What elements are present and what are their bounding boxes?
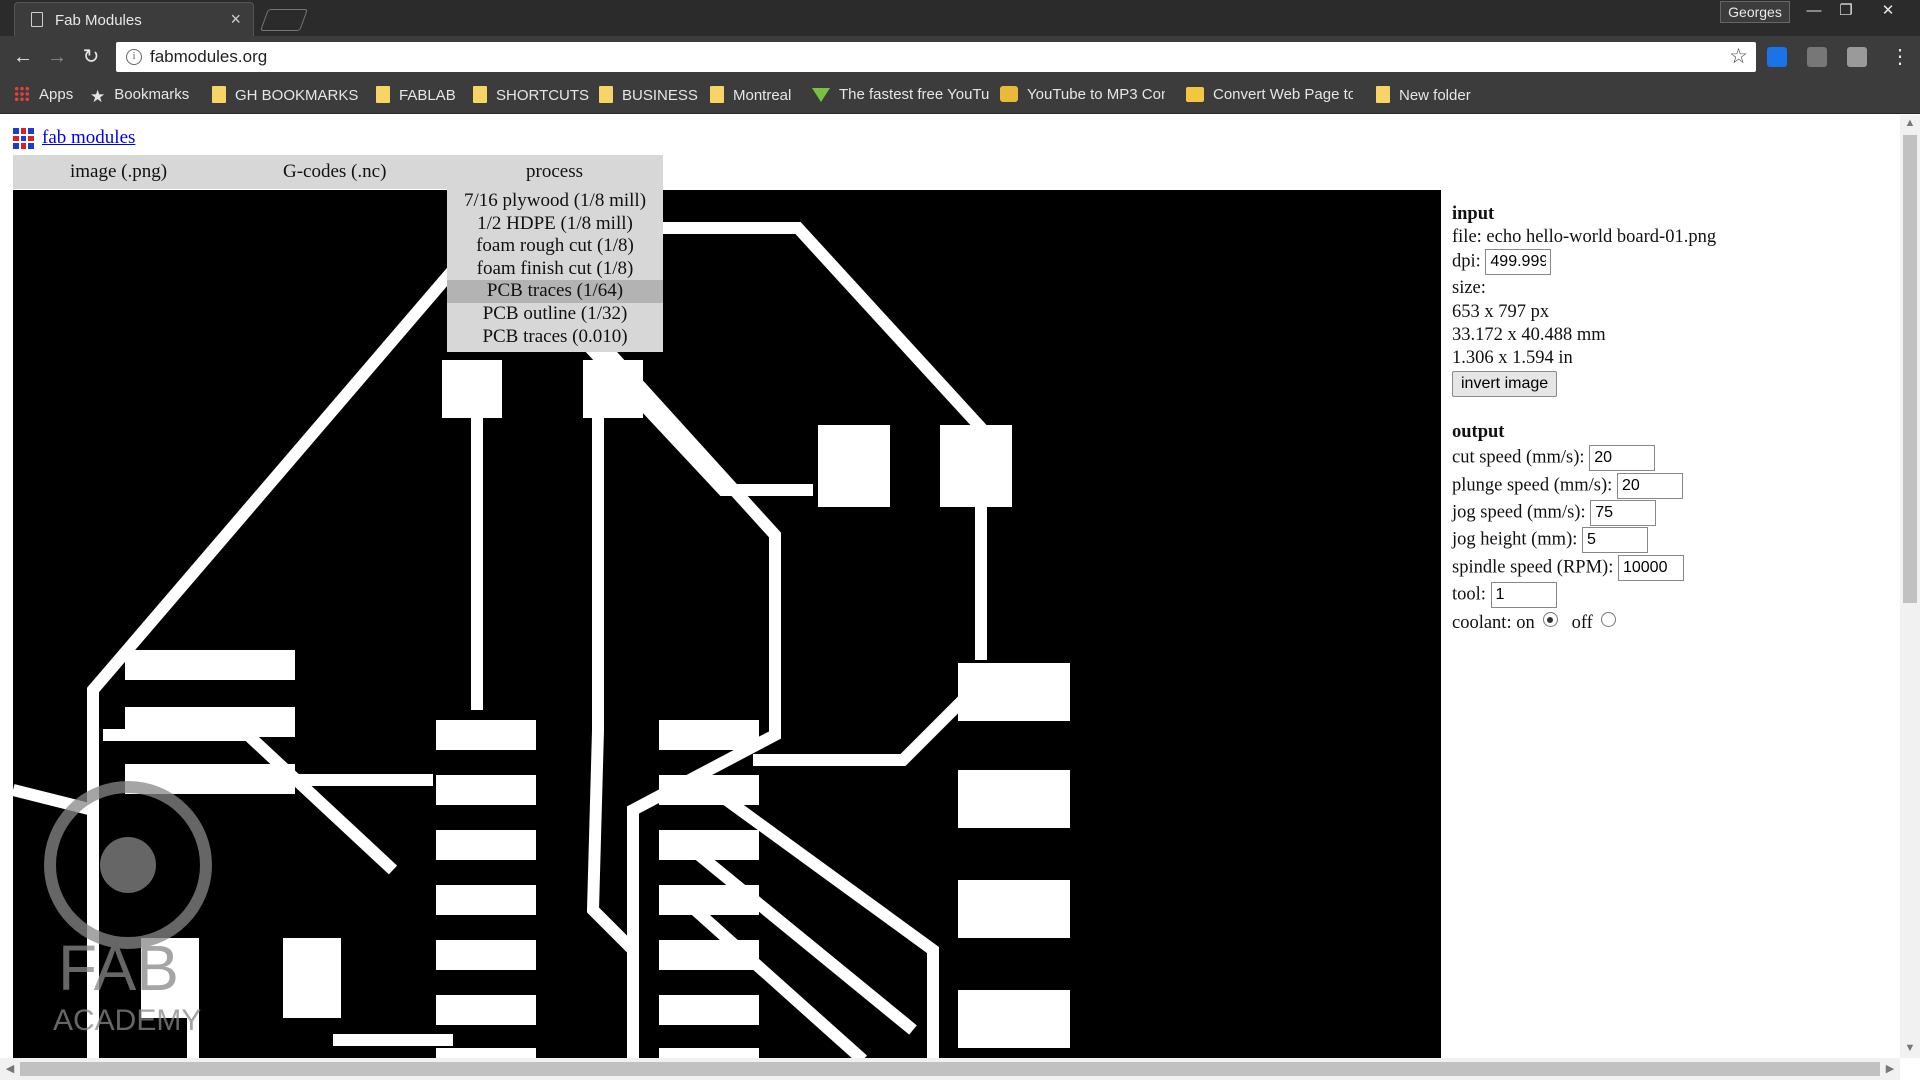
size-px: 653 x 797 px (1452, 302, 1550, 322)
pcb-traces-image: FAB ACADEMY (13, 222, 1070, 1058)
back-arrow-icon[interactable]: ← (10, 44, 36, 70)
bookmark-bookmarks[interactable]: ★ Bookmarks (90, 86, 189, 106)
coolant-on-label: coolant: on (1452, 613, 1535, 633)
browser-menu-icon[interactable]: ⋮ (1890, 44, 1910, 70)
input-heading: input (1452, 204, 1495, 224)
file-label: file: (1452, 227, 1482, 247)
folder-icon (599, 86, 613, 103)
bookmarks-bar: Apps ★ Bookmarks GH BOOKMARKS FABLAB SHOR… (0, 78, 1920, 114)
bookmark-star-icon[interactable]: ☆ (1729, 44, 1748, 69)
new-tab-button[interactable] (259, 9, 309, 31)
coolant-on-radio[interactable] (1542, 612, 1558, 627)
bookmark-convert-web-page[interactable]: Convert Web Page to (1186, 86, 1353, 106)
pcb-image-canvas[interactable]: FAB ACADEMY (13, 190, 1441, 1058)
document-icon (31, 12, 43, 27)
bookmark-gh-bookmarks[interactable]: GH BOOKMARKS (212, 86, 358, 106)
scroll-right-icon[interactable]: ▶ (1880, 1062, 1900, 1075)
restore-icon[interactable]: ❐ (1828, 0, 1864, 24)
invert-image-button[interactable]: invert image (1452, 371, 1558, 397)
process-option[interactable]: foam rough cut (1/8) (447, 235, 663, 258)
dpi-input[interactable] (1485, 249, 1552, 275)
size-mm: 33.172 x 40.488 mm (1452, 325, 1606, 345)
bookmark-business[interactable]: BUSINESS (599, 86, 698, 106)
scroll-up-icon[interactable]: ▲ (1900, 117, 1920, 129)
spindle-speed-label: spindle speed (RPM): (1452, 557, 1614, 578)
folder-icon (473, 86, 487, 103)
vertical-scrollbar[interactable]: ▲ ▼ (1900, 115, 1920, 1058)
tab-strip: Fab Modules × Georges — ❐ ✕ (0, 0, 1920, 36)
bookmark-shortcuts[interactable]: SHORTCUTS (473, 86, 589, 106)
screenshot-extension-icon[interactable] (1847, 47, 1867, 67)
plunge-speed-input[interactable] (1616, 473, 1683, 499)
bookmark-fablab[interactable]: FABLAB (376, 86, 456, 106)
jog-speed-input[interactable] (1590, 500, 1657, 526)
size-label: size: (1452, 278, 1486, 298)
folder-icon (212, 86, 226, 103)
vertical-scroll-thumb[interactable] (1903, 135, 1917, 603)
forward-arrow-icon[interactable]: → (44, 44, 70, 70)
scroll-down-icon[interactable]: ▼ (1900, 1042, 1920, 1054)
process-dropdown: 7/16 plywood (1/8 mill) 1/2 HDPE (1/8 mi… (447, 188, 663, 353)
converter-icon (1186, 87, 1204, 102)
size-in: 1.306 x 1.594 in (1452, 348, 1573, 368)
process-option[interactable]: 7/16 plywood (1/8 mill) (447, 190, 663, 213)
module-menu-bar: image (.png) G-codes (.nc) process (13, 155, 663, 189)
watermark-line2: ACADEMY (53, 1004, 201, 1037)
address-bar[interactable]: i fabmodules.org ☆ (116, 42, 1756, 72)
folder-icon (376, 86, 390, 103)
apps-grid-icon (14, 86, 30, 102)
tool-input[interactable] (1490, 582, 1557, 608)
cut-speed-input[interactable] (1589, 445, 1656, 471)
tab-title: Fab Modules (55, 12, 142, 29)
tool-label: tool: (1452, 584, 1486, 605)
horizontal-scroll-thumb[interactable] (20, 1062, 1880, 1076)
analytics-extension-icon[interactable] (1767, 47, 1787, 67)
bookmark-new-folder[interactable]: New folder (1376, 86, 1471, 106)
minimize-icon[interactable]: — (1796, 0, 1832, 24)
fab-modules-link[interactable]: fab modules (42, 127, 135, 149)
process-option[interactable]: foam finish cut (1/8) (447, 258, 663, 281)
process-option[interactable]: PCB traces (0.010) (447, 326, 663, 349)
watermark-line1: FAB (58, 932, 179, 1004)
info-icon[interactable]: i (126, 49, 142, 65)
film-icon (1000, 86, 1018, 102)
horizontal-scrollbar[interactable]: ◀ ▶ (0, 1058, 1900, 1080)
bookmark-apps[interactable]: Apps (14, 86, 73, 106)
coolant-off-label: off (1571, 613, 1593, 633)
browser-toolbar: ← → ↻ i fabmodules.org ☆ ⋮ (0, 36, 1920, 78)
menu-image-png[interactable]: image (.png) (70, 161, 167, 183)
reload-icon[interactable]: ↻ (78, 44, 104, 70)
fab-modules-logo-icon (13, 128, 34, 149)
output-heading: output (1452, 422, 1505, 442)
spindle-speed-input[interactable] (1617, 555, 1684, 581)
menu-process[interactable]: process (526, 161, 583, 183)
url-text[interactable]: fabmodules.org (150, 47, 267, 67)
jog-height-input[interactable] (1582, 527, 1648, 553)
scroll-left-icon[interactable]: ◀ (0, 1062, 20, 1075)
folder-icon (1376, 86, 1390, 103)
star-icon: ★ (90, 87, 106, 106)
process-option[interactable]: 1/2 HDPE (1/8 mill) (447, 213, 663, 236)
cut-speed-label: cut speed (mm/s): (1452, 447, 1585, 468)
profile-button[interactable]: Georges (1720, 1, 1790, 23)
folder-icon (710, 86, 724, 103)
menu-gcodes-nc[interactable]: G-codes (.nc) (283, 161, 386, 183)
process-option[interactable]: PCB outline (1/32) (447, 303, 663, 326)
jog-speed-label: jog speed (mm/s): (1452, 502, 1586, 523)
bookmark-fastest-youtube[interactable]: The fastest free YouTu (812, 86, 1009, 106)
window-close-icon[interactable]: ✕ (1870, 0, 1906, 24)
tab-close-icon[interactable]: × (230, 9, 241, 29)
coolant-off-radio[interactable] (1600, 612, 1616, 627)
bookmark-montreal[interactable]: Montreal (710, 86, 791, 106)
dpi-label: dpi: (1452, 251, 1481, 272)
file-name: echo hello-world board-01.png (1486, 227, 1717, 247)
pdf-extension-icon[interactable] (1807, 47, 1827, 67)
process-option-selected[interactable]: PCB traces (1/64) (447, 280, 663, 303)
jog-height-label: jog height (mm): (1452, 529, 1578, 550)
plunge-speed-label: plunge speed (mm/s): (1452, 475, 1613, 496)
bookmark-youtube-mp3[interactable]: YouTube to MP3 Con (1000, 86, 1165, 106)
active-tab[interactable]: Fab Modules × (14, 2, 254, 36)
download-arrow-icon (812, 88, 830, 102)
page-content: fab modules image (.png) G-codes (.nc) p… (0, 115, 1900, 1058)
